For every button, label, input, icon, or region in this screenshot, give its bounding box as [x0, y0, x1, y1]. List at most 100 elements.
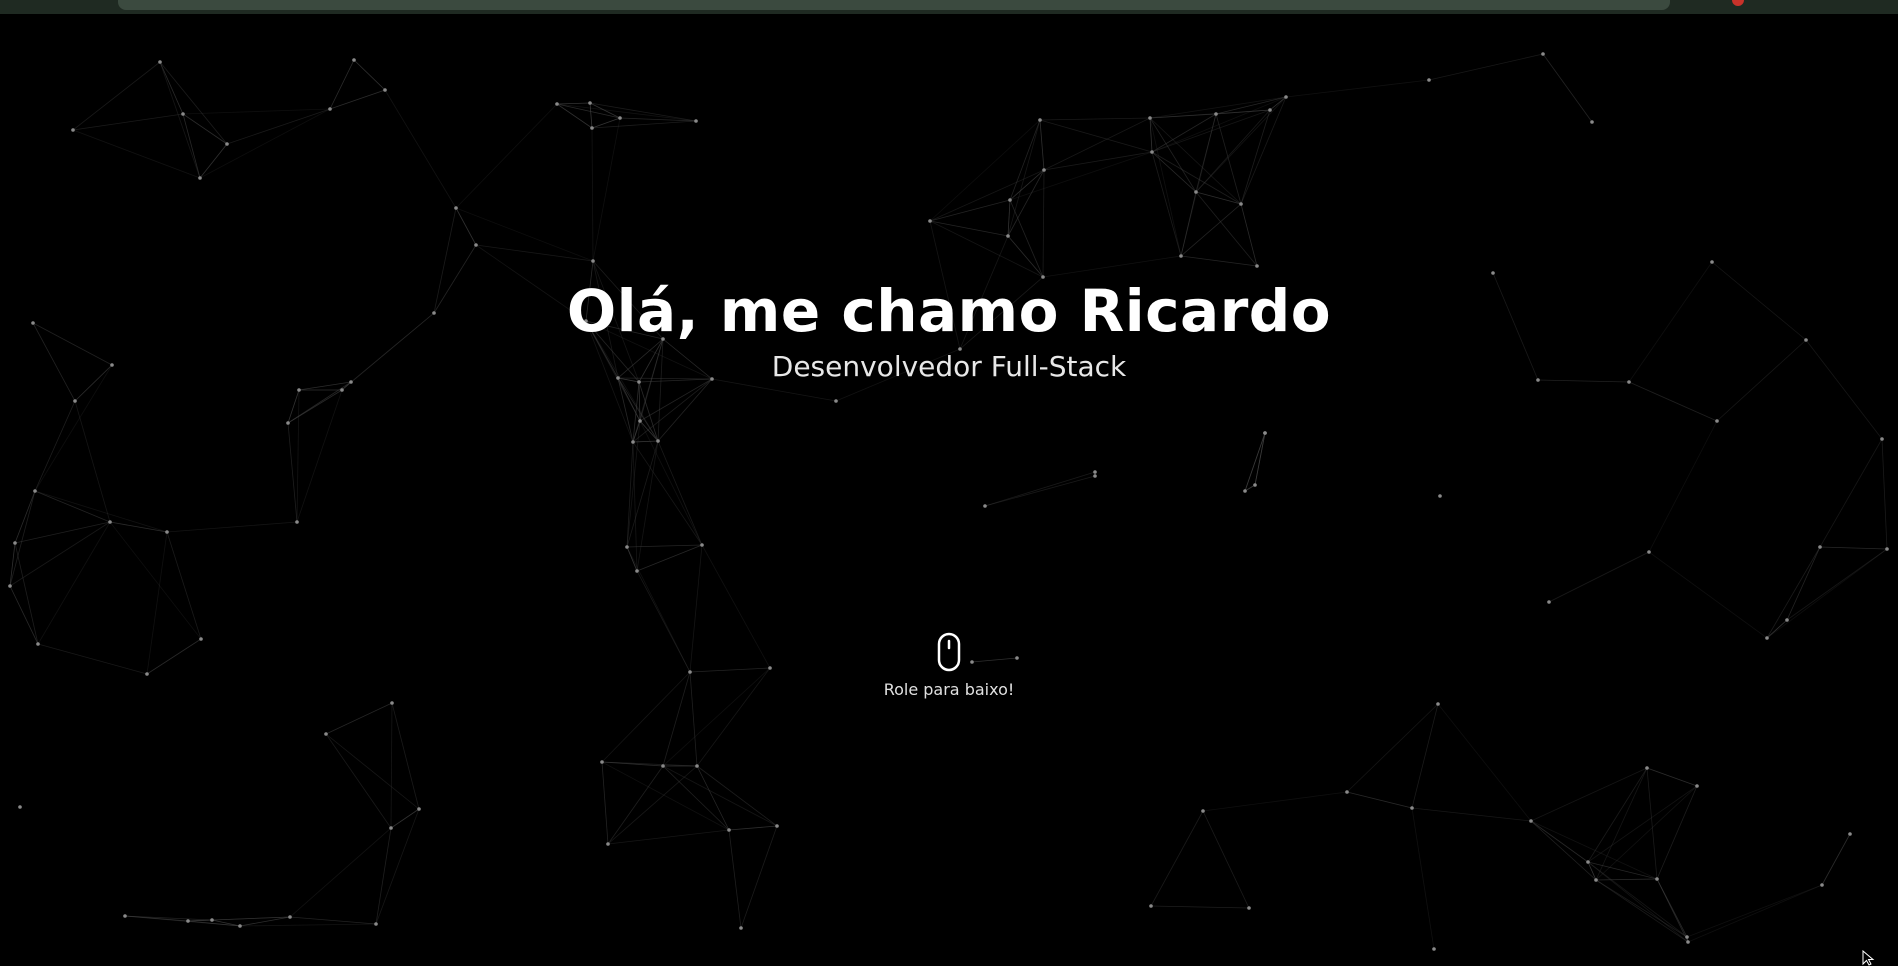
particle-dot	[210, 918, 214, 922]
particle-link	[632, 378, 713, 443]
particle-dot	[1008, 198, 1012, 202]
particle-link	[639, 420, 703, 546]
particle-link	[34, 364, 113, 492]
particle-link	[159, 61, 201, 179]
particle-link	[72, 113, 184, 131]
particle-dot	[13, 541, 17, 545]
particle-dot	[1685, 935, 1689, 939]
particle-dot	[625, 545, 629, 549]
particle-dot	[1436, 702, 1440, 706]
particle-dot	[454, 206, 458, 210]
particle-link	[1411, 807, 1532, 822]
particle-link	[1149, 117, 1182, 257]
particle-link	[1244, 432, 1266, 492]
particle-link	[1687, 884, 1823, 943]
particle-dot	[108, 520, 112, 524]
particle-dot	[1150, 150, 1154, 154]
particle-dot	[383, 88, 387, 92]
particle-link	[662, 765, 730, 831]
particle-dot	[1093, 470, 1097, 474]
particle-dot	[390, 701, 394, 705]
particle-dot	[638, 419, 642, 423]
particle-dot	[1239, 202, 1243, 206]
particle-link	[1766, 546, 1821, 639]
particle-dot	[768, 666, 772, 670]
particle-link	[182, 108, 331, 115]
particle-dot	[1179, 254, 1183, 258]
particle-link	[375, 808, 420, 925]
particle-dot	[635, 569, 639, 573]
particle-link	[1548, 551, 1650, 603]
particle-dot	[1645, 766, 1649, 770]
particle-link	[159, 61, 228, 145]
particle-dot	[1715, 419, 1719, 423]
particle-link	[929, 220, 1044, 278]
particle-link	[1648, 420, 1718, 553]
particle-link	[657, 378, 713, 442]
particle-dot	[631, 440, 635, 444]
particle-link	[325, 733, 420, 810]
particle-link	[1151, 151, 1242, 205]
particle-dot	[1880, 437, 1884, 441]
particle-link	[1009, 169, 1045, 201]
particle-link	[1821, 833, 1851, 886]
particle-dot	[1253, 483, 1257, 487]
particle-dot	[1194, 190, 1198, 194]
particle-dot	[1038, 118, 1042, 122]
particle-link	[929, 220, 1009, 237]
particle-dot	[1590, 120, 1594, 124]
particle-link	[1628, 381, 1718, 422]
particle-dot	[1586, 860, 1590, 864]
particle-dot	[694, 119, 698, 123]
particle-link	[239, 923, 377, 927]
particle-dot	[1201, 809, 1205, 813]
particle-dot	[297, 388, 301, 392]
particle-dot	[288, 915, 292, 919]
particle-link	[1150, 905, 1250, 909]
particle-link	[1530, 820, 1658, 880]
particle-link	[1150, 810, 1204, 907]
particle-dot	[1093, 474, 1097, 478]
particle-link	[14, 490, 36, 544]
particle-dot	[591, 259, 595, 263]
particle-link	[166, 531, 202, 640]
cursor-icon	[1862, 950, 1875, 966]
particle-link	[1180, 191, 1197, 257]
particle-link	[1786, 546, 1821, 621]
particle-link	[296, 389, 300, 523]
particle-link	[626, 544, 703, 548]
particle-link	[984, 475, 1096, 507]
particle-dot	[374, 922, 378, 926]
particle-link	[390, 702, 393, 829]
particle-dot	[33, 489, 37, 493]
particle-link	[1285, 79, 1430, 98]
particle-dot	[1284, 95, 1288, 99]
particle-dot	[1885, 547, 1889, 551]
particle-dot	[1541, 52, 1545, 56]
particle-link	[287, 389, 300, 424]
scroll-down-hint[interactable]: Role para baixo!	[849, 632, 1049, 699]
particle-link	[211, 916, 291, 921]
particle-link	[9, 585, 39, 645]
particle-link	[662, 765, 778, 827]
particle-link	[375, 827, 392, 925]
particle-link	[475, 244, 594, 262]
particle-link	[1202, 810, 1250, 909]
particle-dot	[1042, 168, 1046, 172]
particle-dot	[1491, 271, 1495, 275]
particle-link	[37, 521, 111, 645]
particle-link	[632, 440, 659, 443]
particle-dot	[1149, 904, 1153, 908]
particle-dot	[695, 764, 699, 768]
browser-address-bar[interactable]	[118, 0, 1670, 10]
particle-link	[632, 441, 638, 572]
particle-link	[601, 761, 609, 845]
particle-link	[1043, 151, 1153, 171]
particle-link	[639, 378, 713, 422]
particle-dots	[8, 52, 1889, 951]
particle-dot	[1410, 806, 1414, 810]
particle-link	[701, 544, 771, 669]
particle-link	[9, 542, 16, 587]
particle-link	[159, 61, 184, 115]
particle-link	[607, 829, 730, 845]
